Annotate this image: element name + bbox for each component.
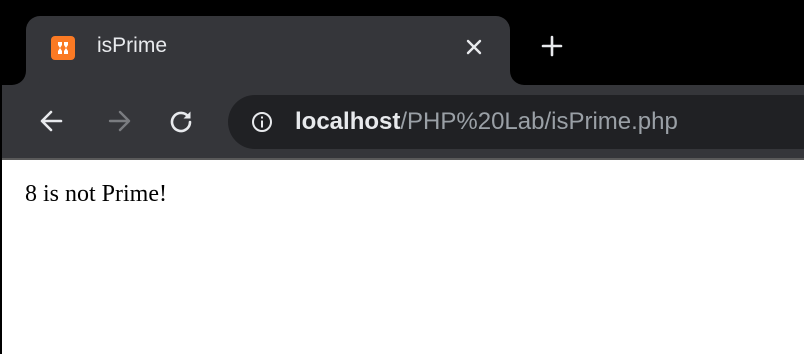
reload-icon[interactable]	[165, 105, 197, 137]
forward-arrow-icon[interactable]	[103, 105, 135, 137]
browser-window: isPrime localhost/PHP%20Lab/isPrime.php …	[0, 0, 804, 354]
tab-isprime[interactable]: isPrime	[26, 16, 510, 85]
close-tab-icon[interactable]	[460, 33, 488, 61]
browser-toolbar: localhost/PHP%20Lab/isPrime.php	[2, 85, 804, 158]
new-tab-icon[interactable]	[538, 32, 566, 60]
xampp-favicon-icon	[51, 36, 75, 60]
url-path: /PHP%20Lab/isPrime.php	[400, 108, 678, 135]
result-text: 8 is not Prime!	[25, 181, 167, 207]
back-arrow-icon[interactable]	[36, 105, 68, 137]
tab-title: isPrime	[97, 34, 168, 57]
tab-strip: isPrime	[2, 2, 804, 85]
url-host: localhost	[295, 108, 401, 135]
site-info-icon[interactable]	[250, 110, 274, 134]
url-text[interactable]: localhost/PHP%20Lab/isPrime.php	[295, 108, 678, 136]
page-content: 8 is not Prime!	[2, 158, 804, 354]
address-bar[interactable]: localhost/PHP%20Lab/isPrime.php	[228, 95, 804, 149]
